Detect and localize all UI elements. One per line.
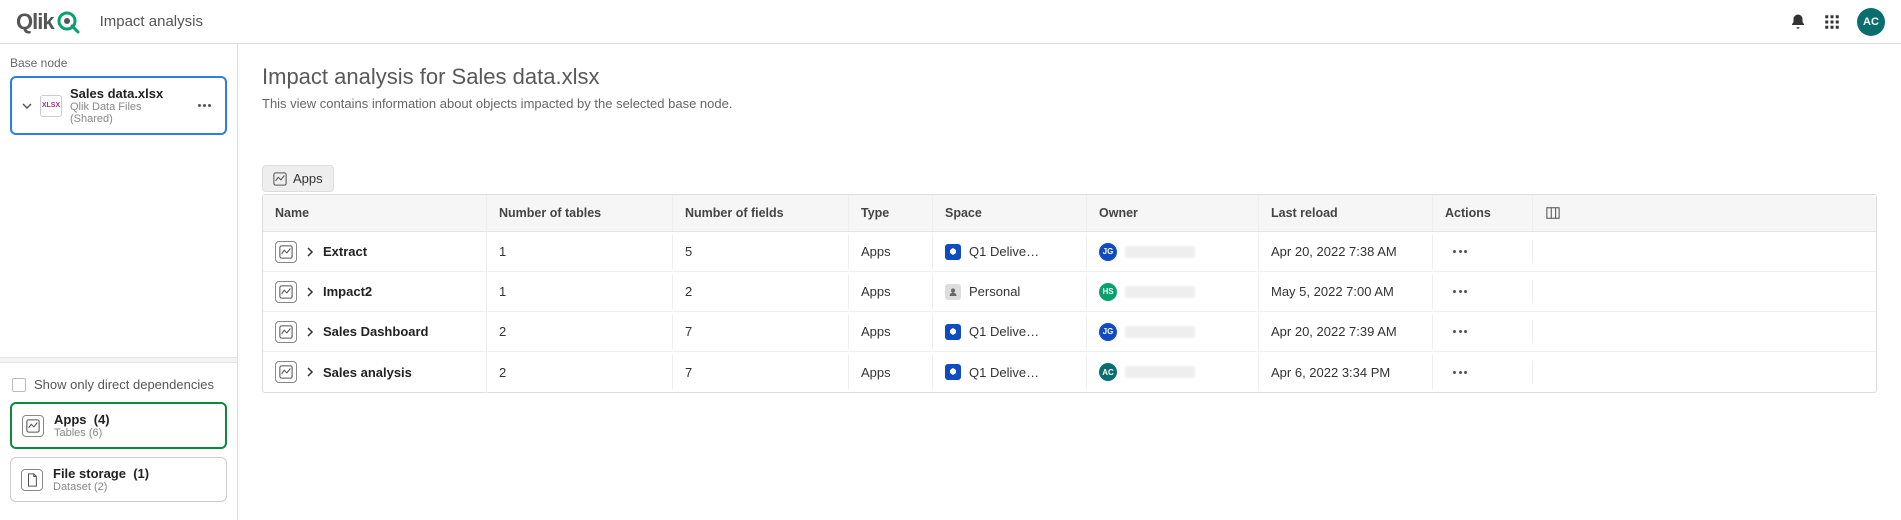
main-description: This view contains information about obj…: [262, 96, 1877, 111]
base-node-source: Qlik Data Files (Shared): [70, 101, 186, 125]
sidebar-file-title: File storage: [53, 466, 126, 481]
owner-name-redacted: [1125, 286, 1195, 298]
row-reload: May 5, 2022 7:00 AM: [1259, 274, 1433, 309]
col-space[interactable]: Space: [933, 195, 1087, 231]
file-icon: [21, 469, 43, 491]
direct-dependencies-toggle[interactable]: Show only direct dependencies: [10, 373, 227, 402]
sidebar-file-count: (1): [133, 466, 149, 481]
checkbox-icon: [12, 378, 26, 392]
col-name[interactable]: Name: [263, 195, 487, 231]
column-picker-button[interactable]: [1533, 195, 1573, 231]
chevron-right-icon: [305, 247, 315, 257]
row-space: Q1 Delive…: [969, 244, 1039, 259]
row-name: Extract: [323, 244, 367, 259]
row-fields: 2: [673, 274, 849, 309]
chevron-right-icon: [305, 327, 315, 337]
row-space: Personal: [969, 284, 1020, 299]
table-row[interactable]: Sales Dashboard 27Apps Q1 Delive… JG Apr 20,…: [263, 312, 1876, 352]
apps-grid-icon[interactable]: [1823, 13, 1841, 31]
sidebar-item-file-storage[interactable]: File storage (1) Dataset (2): [10, 457, 227, 502]
row-type: Apps: [849, 274, 933, 309]
app-icon: [275, 321, 297, 343]
row-reload: Apr 6, 2022 3:34 PM: [1259, 355, 1433, 390]
row-fields: 5: [673, 234, 849, 269]
sidebar-apps-sub: Tables (6): [54, 427, 110, 439]
top-bar: Qlik Impact analysis AC: [0, 0, 1901, 44]
page-title: Impact analysis: [100, 13, 203, 30]
row-actions-button[interactable]: [1453, 290, 1467, 293]
row-space: Q1 Delive…: [969, 365, 1039, 380]
base-node-label: Base node: [10, 56, 227, 70]
sidebar-apps-count: (4): [94, 412, 110, 427]
row-actions-button[interactable]: [1453, 250, 1467, 253]
col-fields[interactable]: Number of fields: [673, 195, 849, 231]
row-space: Q1 Delive…: [969, 324, 1039, 339]
row-actions-button[interactable]: [1453, 371, 1467, 374]
qlik-q-icon: [56, 10, 80, 34]
owner-avatar: AC: [1099, 363, 1117, 381]
chevron-right-icon: [305, 287, 315, 297]
impact-table: Name Number of tables Number of fields T…: [262, 194, 1877, 393]
row-fields: 7: [673, 355, 849, 390]
col-reload[interactable]: Last reload: [1259, 195, 1433, 231]
shared-space-icon: [945, 324, 961, 340]
app-icon: [275, 281, 297, 303]
owner-name-redacted: [1125, 246, 1195, 258]
app-icon: [275, 361, 297, 383]
sidebar-file-sub: Dataset (2): [53, 481, 149, 493]
shared-space-icon: [945, 244, 961, 260]
table-row[interactable]: Impact2 12Apps Personal HS May 5, 2022 7:00 …: [263, 272, 1876, 312]
chevron-right-icon: [305, 367, 315, 377]
qlik-logo[interactable]: Qlik: [16, 9, 80, 35]
xlsx-icon: XLSX: [40, 95, 62, 117]
shared-space-icon: [945, 364, 961, 380]
row-tables: 2: [487, 355, 673, 390]
row-tables: 1: [487, 274, 673, 309]
owner-avatar: JG: [1099, 323, 1117, 341]
owner-name-redacted: [1125, 366, 1195, 378]
tab-apps[interactable]: Apps: [262, 165, 334, 192]
owner-avatar: HS: [1099, 283, 1117, 301]
col-tables[interactable]: Number of tables: [487, 195, 673, 231]
row-actions-button[interactable]: [1453, 330, 1467, 333]
table-row[interactable]: Sales analysis 27Apps Q1 Delive… AC Apr 6, 2…: [263, 352, 1876, 392]
sidebar-apps-title: Apps: [54, 412, 87, 427]
table-row[interactable]: Extract 15Apps Q1 Delive… JG Apr 20, 2022 7:…: [263, 232, 1876, 272]
app-icon: [275, 241, 297, 263]
user-avatar[interactable]: AC: [1857, 8, 1885, 36]
row-tables: 2: [487, 314, 673, 349]
apps-icon: [22, 415, 44, 437]
row-reload: Apr 20, 2022 7:38 AM: [1259, 234, 1433, 269]
row-fields: 7: [673, 314, 849, 349]
bell-icon[interactable]: [1789, 13, 1807, 31]
columns-icon: [1546, 206, 1560, 220]
main-panel: Impact analysis for Sales data.xlsx This…: [238, 44, 1901, 520]
tab-apps-label: Apps: [293, 171, 323, 186]
row-name: Sales Dashboard: [323, 324, 429, 339]
owner-name-redacted: [1125, 326, 1195, 338]
row-name: Sales analysis: [323, 365, 412, 380]
base-node-card[interactable]: XLSX Sales data.xlsx Qlik Data Files (Sh…: [10, 76, 227, 135]
base-node-more-button[interactable]: [194, 100, 215, 111]
col-actions: Actions: [1433, 195, 1533, 231]
row-type: Apps: [849, 234, 933, 269]
col-type[interactable]: Type: [849, 195, 933, 231]
row-reload: Apr 20, 2022 7:39 AM: [1259, 314, 1433, 349]
sidebar: Base node XLSX Sales data.xlsx Qlik Data…: [0, 44, 238, 520]
col-owner[interactable]: Owner: [1087, 195, 1259, 231]
personal-space-icon: [945, 284, 961, 300]
row-type: Apps: [849, 355, 933, 390]
table-header: Name Number of tables Number of fields T…: [263, 195, 1876, 232]
row-name: Impact2: [323, 284, 372, 299]
direct-dependencies-label: Show only direct dependencies: [34, 377, 214, 392]
chevron-down-icon: [22, 101, 32, 111]
sidebar-item-apps[interactable]: Apps (4) Tables (6): [10, 402, 227, 449]
base-node-name: Sales data.xlsx: [70, 86, 186, 101]
owner-avatar: JG: [1099, 243, 1117, 261]
apps-icon: [273, 172, 287, 186]
row-type: Apps: [849, 314, 933, 349]
row-tables: 1: [487, 234, 673, 269]
main-title: Impact analysis for Sales data.xlsx: [262, 64, 1877, 90]
